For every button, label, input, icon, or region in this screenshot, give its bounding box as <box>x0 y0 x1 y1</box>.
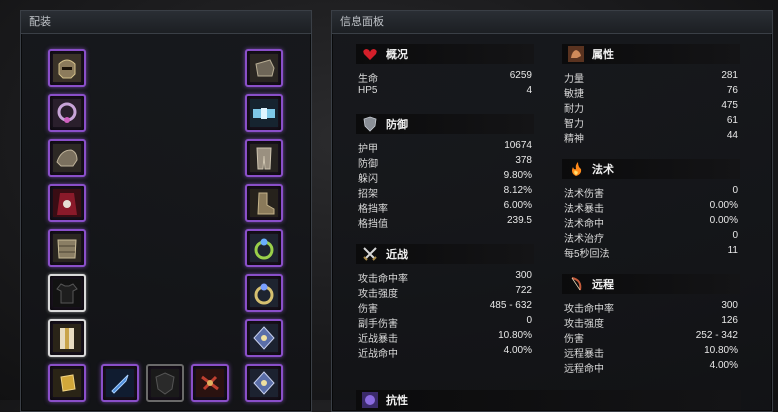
stat-row: 攻击命中率 300 <box>358 270 532 285</box>
trinket-icon <box>250 324 278 352</box>
fire-icon <box>572 162 582 176</box>
shirt-icon <box>53 279 81 307</box>
stat-row: 攻击强度 722 <box>358 285 532 300</box>
shoulder-icon <box>53 144 81 172</box>
stat-row: 格挡值 239.5 <box>358 215 532 230</box>
stat-row: 近战暴击 10.80% <box>358 330 532 345</box>
legs-icon <box>250 144 278 172</box>
section-defense: 防御 护甲 10674 防御 378 躲闪 9.80% 招架 8.12% 格挡率 6.00… <box>356 114 534 230</box>
section-title: 近战 <box>386 249 408 261</box>
stat-list: 护甲 10674 防御 378 躲闪 9.80% 招架 8.12% 格挡率 6.00% 格… <box>356 140 534 230</box>
ranged-icon <box>196 369 224 397</box>
bow-icon <box>571 277 582 291</box>
slot-trinket2[interactable] <box>245 364 283 402</box>
stat-row: 精神 44 <box>564 130 738 145</box>
slot-shirt[interactable] <box>48 274 86 312</box>
section-resistance: 抗性 <box>356 390 741 410</box>
bracer-icon <box>53 369 81 397</box>
heart-icon <box>363 49 377 60</box>
slot-offhand[interactable] <box>146 364 184 402</box>
stat-row: 法术伤害 0 <box>564 185 738 200</box>
section-attributes: 属性 力量 281 敏捷 76 耐力 475 智力 61 精神 44 <box>562 44 740 145</box>
section-spell: 法术 法术伤害 0 法术暴击 0.00% 法术命中 0.00% 法术治疗 0 每5秒回法… <box>562 159 740 260</box>
slot-waist[interactable] <box>245 94 283 132</box>
slot-ranged[interactable] <box>191 364 229 402</box>
slot-back[interactable] <box>48 184 86 222</box>
stat-row: 招架 8.12% <box>358 185 532 200</box>
section-title: 防御 <box>386 119 408 131</box>
slot-wrist[interactable] <box>48 364 86 402</box>
slot-feet[interactable] <box>245 184 283 222</box>
chest-icon <box>53 234 81 262</box>
section-title: 远程 <box>592 279 614 291</box>
slot-shoulder[interactable] <box>48 139 86 177</box>
trinket-icon <box>250 369 278 397</box>
stat-list: 法术伤害 0 法术暴击 0.00% 法术命中 0.00% 法术治疗 0 每5秒回法 11 <box>562 185 740 260</box>
info-panel: 信息面板 概况 生命 6259 HP5 4 属性 力量 281 敏捷 76 耐力 475 … <box>331 10 773 412</box>
slot-chest[interactable] <box>48 229 86 267</box>
gloves-icon <box>250 54 278 82</box>
stat-row: 伤害 252 - 342 <box>564 330 738 345</box>
offhand-icon <box>151 369 179 397</box>
stat-row: 伤害 485 - 632 <box>358 300 532 315</box>
ring-icon <box>250 279 278 307</box>
crossed-swords-icon <box>363 247 377 261</box>
shield-icon <box>363 116 377 132</box>
stat-row: 攻击命中率 300 <box>564 300 738 315</box>
muscle-icon <box>568 46 584 62</box>
ring-icon <box>250 234 278 262</box>
resistance-icon <box>362 392 378 408</box>
stat-row: 远程暴击 10.80% <box>564 345 738 360</box>
slot-finger2[interactable] <box>245 274 283 312</box>
slot-mainhand[interactable] <box>101 364 139 402</box>
slot-tabard[interactable] <box>48 319 86 357</box>
stat-row: 每5秒回法 11 <box>564 245 738 260</box>
helmet-icon <box>53 54 81 82</box>
stat-row: 智力 61 <box>564 115 738 130</box>
stat-row: HP5 4 <box>358 85 532 96</box>
stat-row: 敏捷 76 <box>564 85 738 100</box>
stat-row: 躲闪 9.80% <box>358 170 532 185</box>
stat-row: 副手伤害 0 <box>358 315 532 330</box>
boots-icon <box>250 189 278 217</box>
section-title: 抗性 <box>386 395 408 407</box>
equipment-panel-title: 配装 <box>21 11 311 34</box>
belt-icon <box>250 99 278 127</box>
mainhand-icon <box>106 369 134 397</box>
stat-row: 法术治疗 0 <box>564 230 738 245</box>
stat-row: 防御 378 <box>358 155 532 170</box>
stat-row: 格挡率 6.00% <box>358 200 532 215</box>
tabard-icon <box>53 324 81 352</box>
slot-neck[interactable] <box>48 94 86 132</box>
section-melee: 近战 攻击命中率 300 攻击强度 722 伤害 485 - 632 副手伤害 0 近战… <box>356 244 534 360</box>
section-title: 属性 <box>592 49 614 61</box>
stat-row: 耐力 475 <box>564 100 738 115</box>
stat-row: 护甲 10674 <box>358 140 532 155</box>
stat-row: 远程命中 4.00% <box>564 360 738 375</box>
section-ranged: 远程 攻击命中率 300 攻击强度 126 伤害 252 - 342 远程暴击 10.8… <box>562 274 740 375</box>
slot-trinket1[interactable] <box>245 319 283 357</box>
section-title: 概况 <box>386 49 408 61</box>
slot-legs[interactable] <box>245 139 283 177</box>
info-panel-title: 信息面板 <box>332 11 772 34</box>
section-title: 法术 <box>592 164 614 176</box>
stat-row: 近战命中 4.00% <box>358 345 532 360</box>
cloak-icon <box>53 189 81 217</box>
stat-row: 法术命中 0.00% <box>564 215 738 230</box>
stat-list: 生命 6259 HP5 4 <box>356 70 534 100</box>
slot-hands[interactable] <box>245 49 283 87</box>
stat-row: 生命 6259 <box>358 70 532 85</box>
stat-list: 力量 281 敏捷 76 耐力 475 智力 61 精神 44 <box>562 70 740 145</box>
stat-row: 力量 281 <box>564 70 738 85</box>
slot-head[interactable] <box>48 49 86 87</box>
necklace-icon <box>53 99 81 127</box>
stat-list: 攻击命中率 300 攻击强度 722 伤害 485 - 632 副手伤害 0 近战暴击 1… <box>356 270 534 360</box>
stat-row: 法术暴击 0.00% <box>564 200 738 215</box>
slot-finger1[interactable] <box>245 229 283 267</box>
section-overview: 概况 生命 6259 HP5 4 <box>356 44 534 100</box>
stat-list: 攻击命中率 300 攻击强度 126 伤害 252 - 342 远程暴击 10.80% … <box>562 300 740 375</box>
equipment-panel: 配装 <box>20 10 312 412</box>
stat-row: 攻击强度 126 <box>564 315 738 330</box>
